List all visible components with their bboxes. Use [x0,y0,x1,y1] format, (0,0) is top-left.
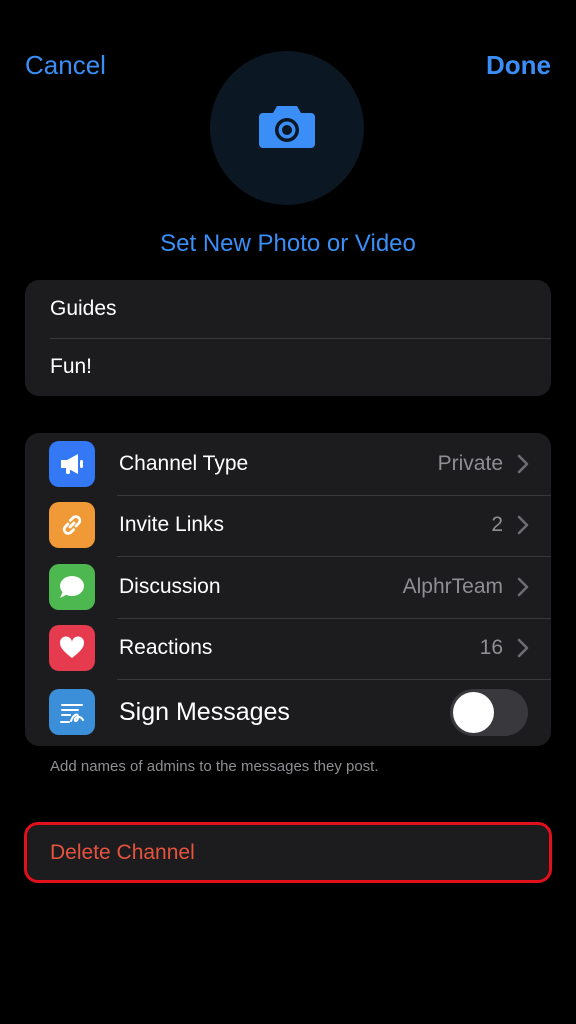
speech-bubble-icon [49,563,95,610]
settings-row-invite-links[interactable]: Invite Links 2 [25,494,551,557]
camera-icon [257,102,317,155]
channel-type-label: Channel Type [119,451,249,475]
channel-settings-group: Channel Type Private Invite Links 2 Disc… [25,433,551,746]
channel-name-field[interactable]: Guides [25,280,551,338]
sign-messages-toggle[interactable] [450,688,528,736]
delete-highlight-outline [24,822,552,883]
channel-avatar[interactable] [210,51,364,205]
heart-icon [49,625,95,672]
chevron-right-icon [517,454,529,474]
discussion-label: Discussion [119,574,221,598]
channel-description-field[interactable]: Fun! [25,338,551,396]
signature-icon [49,689,95,735]
edit-channel-screen: Cancel Done Set New Photo or Video Guide… [0,0,576,1024]
chevron-right-icon [517,515,529,535]
reactions-count: 16 [479,636,503,660]
chevron-right-icon [517,577,529,597]
cancel-button[interactable]: Cancel [25,48,106,82]
invite-links-label: Invite Links [119,513,225,537]
set-new-photo-button[interactable]: Set New Photo or Video [0,228,576,260]
channel-info-group: Guides Fun! [25,280,551,396]
chevron-right-icon [517,638,529,658]
settings-row-channel-type[interactable]: Channel Type Private [25,433,551,495]
invite-links-count: 2 [491,513,503,537]
megaphone-icon [49,440,95,487]
sign-messages-footnote: Add names of admins to the messages they… [50,758,379,775]
settings-row-sign-messages: Sign Messages [25,679,551,745]
done-button[interactable]: Done [486,48,551,82]
channel-type-value: Private [437,451,503,475]
reactions-label: Reactions [119,636,213,660]
toggle-knob [453,691,494,733]
sign-messages-label: Sign Messages [119,697,290,726]
settings-row-discussion[interactable]: Discussion AlphrTeam [25,556,551,618]
discussion-value: AlphrTeam [402,574,503,598]
settings-row-reactions[interactable]: Reactions 16 [25,617,551,680]
link-icon [49,502,95,549]
